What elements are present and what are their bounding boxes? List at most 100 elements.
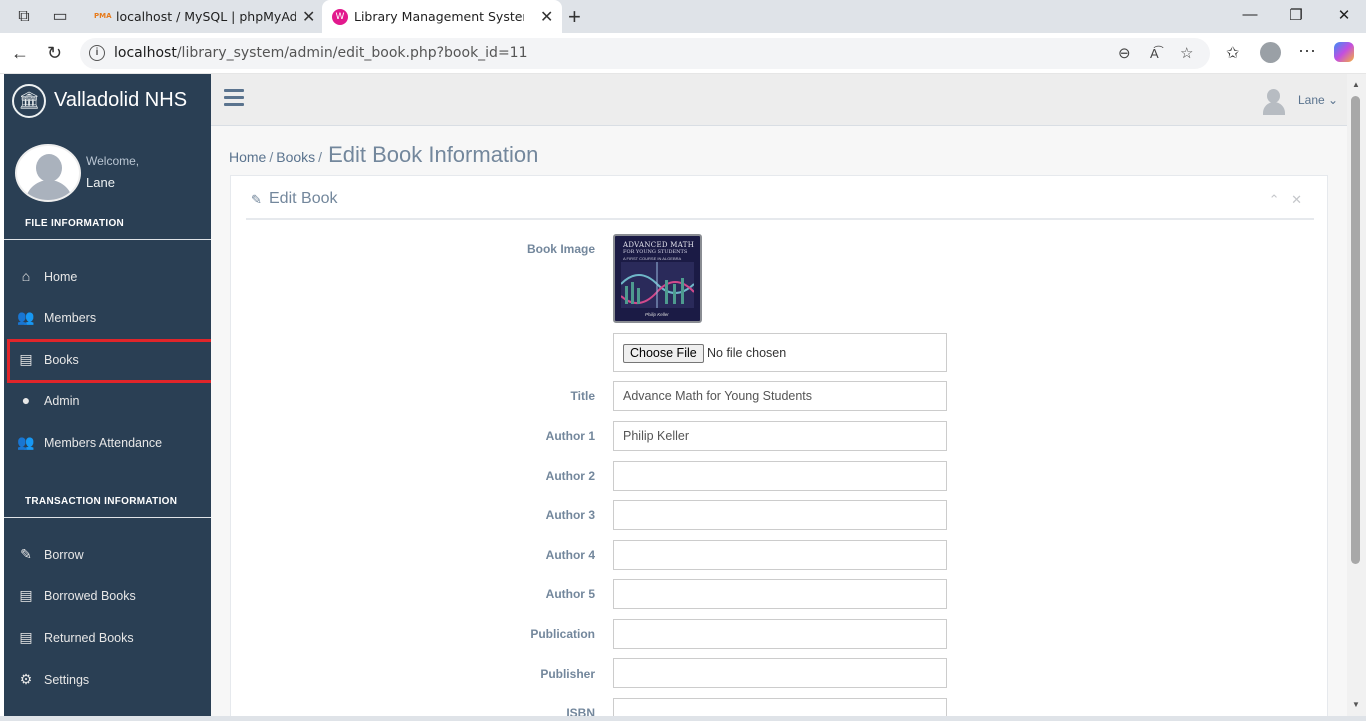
sidebar-item-borrowed-books[interactable]: ▤ Borrowed Books: [4, 578, 211, 616]
browser-tab-bar: ⧉ ▭ PMA localhost / MySQL | phpMyAdmin ✕…: [0, 0, 1366, 33]
tab-actions-icon[interactable]: ▭: [49, 6, 71, 28]
author1-field[interactable]: [613, 421, 947, 451]
panel-header: ✎ Edit Book ⌃ ✕: [246, 190, 1314, 220]
page-title: Edit Book Information: [328, 142, 539, 167]
section-transaction-information: TRANSACTION INFORMATION: [25, 496, 178, 507]
cover-artwork: [621, 262, 694, 308]
url-field[interactable]: i localhost/library_system/admin/edit_bo…: [80, 38, 1210, 69]
book-cover-image: ADVANCED MATH FOR YOUNG STUDENTS A FIRST…: [613, 234, 702, 323]
edit-book-panel: ✎ Edit Book ⌃ ✕ Book Image ADVANCED MATH…: [230, 175, 1328, 721]
author4-field[interactable]: [613, 540, 947, 570]
browser-profile-icon[interactable]: [1260, 42, 1281, 63]
breadcrumb-home[interactable]: Home: [229, 149, 266, 165]
choose-file-button[interactable]: Choose File: [623, 344, 704, 363]
home-icon: ⌂: [21, 268, 31, 284]
author1-label: Author 1: [545, 429, 595, 443]
minimize-icon[interactable]: —: [1240, 6, 1260, 23]
favorites-icon[interactable]: ✩: [1226, 43, 1239, 63]
user-icon: ●: [21, 392, 31, 408]
sidebar-item-members-attendance[interactable]: 👥 Members Attendance: [4, 425, 211, 463]
author2-label: Author 2: [545, 469, 595, 483]
divider: [4, 517, 211, 518]
window-bottom-edge: [0, 716, 1366, 721]
user-avatar[interactable]: [1263, 87, 1285, 115]
window-close-icon[interactable]: ✕: [1334, 6, 1354, 24]
sidebar-item-home[interactable]: ⌂ Home: [4, 259, 211, 297]
menu-toggle-icon[interactable]: [224, 89, 244, 110]
gear-icon: ⚙: [19, 671, 33, 687]
scroll-up-icon[interactable]: ▲: [1352, 80, 1360, 89]
brand-name: Valladolid NHS: [54, 89, 188, 111]
sidebar-item-label: Home: [44, 270, 78, 284]
close-tab-icon[interactable]: ✕: [302, 7, 315, 26]
new-tab-icon[interactable]: +: [568, 4, 581, 30]
sidebar-item-members[interactable]: 👥 Members: [4, 300, 211, 338]
books-highlight-box: [7, 339, 220, 383]
tab-phpmyadmin[interactable]: PMA localhost / MySQL | phpMyAdmin ✕: [84, 0, 322, 33]
panel-title: Edit Book: [269, 190, 338, 207]
sidebar-item-label: Borrow: [44, 548, 84, 562]
page-scrollbar[interactable]: ▲ ▼: [1347, 74, 1366, 716]
address-bar-row: ← ↻ i localhost/library_system/admin/edi…: [0, 33, 1366, 74]
close-tab-icon[interactable]: ✕: [540, 7, 553, 26]
workspaces-icon[interactable]: ⧉: [13, 6, 35, 28]
read-aloud-icon[interactable]: A͡: [1150, 46, 1159, 61]
book-image-file-input[interactable]: Choose File No file chosen: [613, 333, 947, 372]
sidebar-item-admin[interactable]: ● Admin: [4, 383, 211, 421]
url-text: localhost/library_system/admin/edit_book…: [114, 45, 528, 61]
library-favicon-icon: W: [332, 9, 348, 25]
author5-field[interactable]: [613, 579, 947, 609]
book-icon: ▤: [19, 629, 33, 645]
scroll-down-icon[interactable]: ▼: [1352, 700, 1360, 709]
users-icon: 👥: [17, 434, 35, 450]
sidebar-item-label: Settings: [44, 673, 90, 687]
author3-field[interactable]: [613, 500, 947, 530]
tab-title: localhost / MySQL | phpMyAdmin: [116, 9, 296, 24]
favorite-star-icon[interactable]: ☆: [1180, 44, 1193, 62]
title-field[interactable]: [613, 381, 947, 411]
restore-icon[interactable]: ❐: [1286, 6, 1306, 24]
collapse-icon[interactable]: ⌃: [1269, 192, 1280, 207]
book-image-label: Book Image: [526, 242, 595, 256]
site-info-icon[interactable]: i: [89, 45, 105, 61]
tab-library-management[interactable]: W Library Management System ✕: [322, 0, 562, 33]
edit-icon: ✎: [20, 546, 32, 562]
refresh-icon[interactable]: ↻: [47, 43, 62, 64]
publication-label: Publication: [530, 627, 595, 641]
sidebar-username: Lane: [86, 175, 115, 190]
chevron-down-icon: ⌄: [1328, 93, 1339, 107]
avatar: [15, 144, 81, 202]
breadcrumb-books[interactable]: Books: [276, 149, 315, 165]
section-file-information: FILE INFORMATION: [25, 218, 125, 229]
scrollbar-thumb[interactable]: [1351, 96, 1360, 564]
sidebar: 🏛 Valladolid NHS Welcome, Lane FILE INFO…: [4, 74, 211, 716]
main-content: Home / Books / Edit Book Information ✎ Edit …: [211, 126, 1347, 721]
title-label: Title: [570, 389, 595, 403]
author2-field[interactable]: [613, 461, 947, 491]
sidebar-item-borrow[interactable]: ✎ Borrow: [4, 537, 211, 575]
tab-title: Library Management System: [354, 9, 524, 24]
author5-label: Author 5: [545, 587, 595, 601]
file-status-text: No file chosen: [707, 346, 787, 360]
phpmyadmin-favicon-icon: PMA: [94, 12, 112, 20]
close-icon[interactable]: ✕: [1291, 192, 1302, 207]
sidebar-item-label: Members: [44, 311, 97, 325]
book-icon: ▤: [19, 587, 33, 603]
zoom-icon[interactable]: ⊖: [1118, 44, 1131, 62]
sidebar-item-label: Borrowed Books: [44, 589, 136, 603]
back-icon[interactable]: ←: [11, 43, 29, 64]
copilot-icon[interactable]: [1334, 42, 1354, 62]
sidebar-item-label: Admin: [44, 394, 80, 408]
publication-field[interactable]: [613, 619, 947, 649]
breadcrumb: Home / Books / Edit Book Information: [229, 142, 539, 167]
institution-icon: 🏛: [12, 84, 46, 118]
publisher-field[interactable]: [613, 658, 947, 688]
more-options-icon[interactable]: ···: [1298, 40, 1316, 61]
pencil-icon: ✎: [251, 192, 262, 207]
author4-label: Author 4: [545, 548, 595, 562]
divider: [4, 239, 211, 240]
user-menu[interactable]: Lane ⌄: [1298, 93, 1338, 107]
sidebar-item-settings[interactable]: ⚙ Settings: [4, 662, 211, 700]
sidebar-item-returned-books[interactable]: ▤ Returned Books: [4, 620, 211, 658]
top-navbar: Lane ⌄: [211, 74, 1347, 126]
